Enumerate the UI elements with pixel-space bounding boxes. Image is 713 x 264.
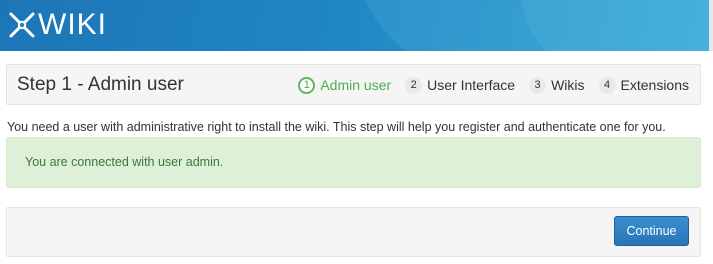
xwiki-logo[interactable]: WIKI: [7, 8, 107, 42]
step-extensions: 4 Extensions: [598, 75, 689, 95]
step-number-badge: 1: [298, 76, 316, 94]
step-label: Extensions: [620, 77, 689, 93]
step-user-interface: 2 User Interface: [405, 75, 515, 95]
app-header: WIKI: [0, 0, 713, 51]
xwiki-x-icon: [7, 10, 37, 40]
step-title: Step 1 - Admin user: [17, 74, 184, 95]
continue-button[interactable]: Continue: [614, 216, 689, 246]
header-decoration: [520, 0, 713, 51]
step-number-badge: 2: [405, 76, 423, 94]
step-admin-user: 1 Admin user: [298, 75, 391, 95]
wizard-step-header: Step 1 - Admin user 1 Admin user 2 User …: [6, 64, 701, 105]
step-label: User Interface: [427, 77, 516, 93]
step-wikis: 3 Wikis: [529, 75, 585, 95]
step-label: Wikis: [551, 77, 585, 93]
logo-text: WIKI: [38, 8, 107, 41]
success-alert: You are connected with user admin.: [6, 137, 701, 188]
step-number-badge: 3: [529, 76, 547, 94]
alert-message: You are connected with user admin.: [25, 155, 224, 169]
step-number-badge: 4: [598, 76, 616, 94]
wizard-steps: 1 Admin user 2 User Interface 3 Wikis 4 …: [298, 75, 689, 95]
wizard-footer: Continue: [6, 207, 701, 257]
step-label: Admin user: [320, 77, 392, 93]
window-edge: [709, 0, 713, 51]
step-description: You need a user with administrative righ…: [7, 120, 666, 134]
